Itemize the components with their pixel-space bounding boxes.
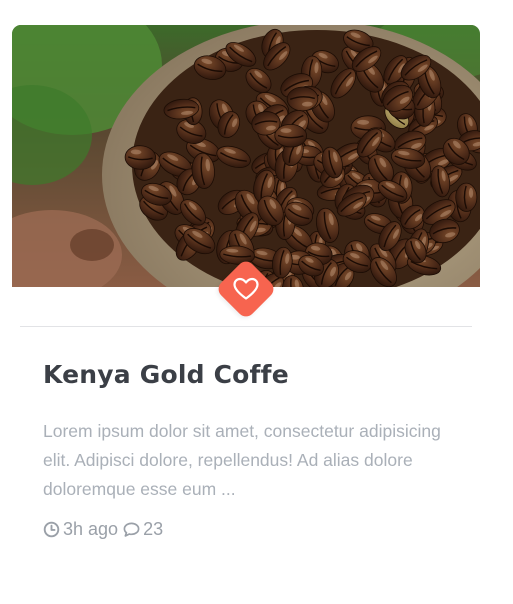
card-divider <box>20 326 472 327</box>
comment-count-text: 23 <box>143 519 164 539</box>
heart-icon <box>233 277 259 300</box>
comment-icon <box>123 522 140 537</box>
product-card: Kenya Gold Coffe Lorem ipsum dolor sit a… <box>12 25 480 585</box>
clock-icon <box>43 521 60 538</box>
comment-count[interactable]: 23 <box>123 519 163 540</box>
card-meta: 3h ago 23 <box>43 519 163 540</box>
favorite-button[interactable] <box>214 257 278 321</box>
post-time-text: 3h ago <box>63 519 119 539</box>
card-excerpt: Lorem ipsum dolor sit amet, consectetur … <box>43 421 441 499</box>
card-title[interactable]: Kenya Gold Coffe <box>43 360 289 389</box>
coffee-beans-image[interactable] <box>12 25 480 287</box>
post-time: 3h ago <box>43 519 118 540</box>
